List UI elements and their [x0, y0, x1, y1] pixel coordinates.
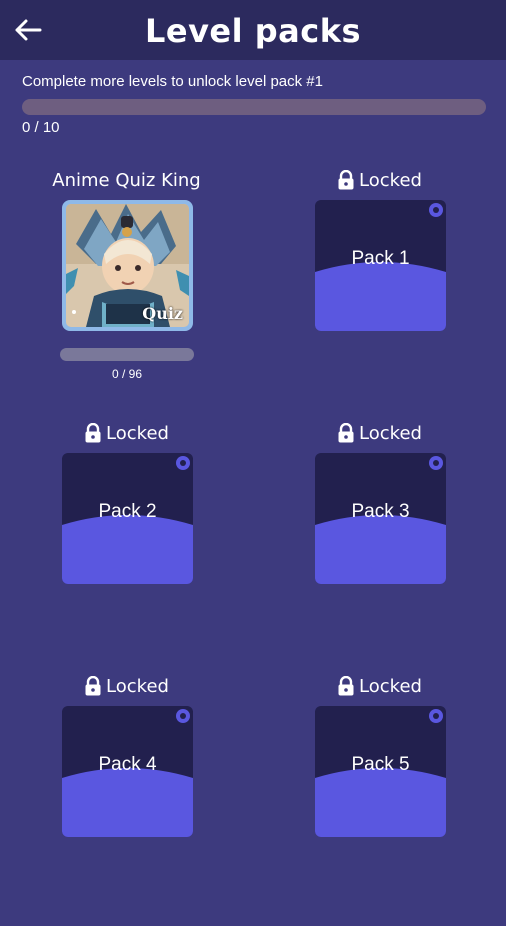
corner-badge-icon: [429, 203, 443, 217]
back-arrow-icon: [15, 19, 42, 41]
pack-name: Pack 3: [351, 501, 410, 522]
corner-badge-icon: [429, 709, 443, 723]
locked-text: Locked: [359, 422, 422, 444]
pack-progress-text: 0 / 96: [111, 367, 143, 381]
corner-badge-icon: [176, 709, 190, 723]
pack-cover-text: Quiz: [142, 304, 183, 323]
pack-cell-5: Locked Pack 5: [253, 673, 506, 926]
pack-tile-1[interactable]: Pack 1: [315, 200, 446, 331]
locked-text: Locked: [359, 169, 422, 191]
pack-cell-2: Locked Pack 2: [0, 420, 253, 673]
lock-icon: [338, 676, 354, 696]
pack-title: Anime Quiz King: [52, 169, 201, 191]
locked-label: Locked: [0, 673, 253, 699]
pack-name: Pack 5: [351, 754, 410, 775]
pack-cell-3: Locked Pack 3: [253, 420, 506, 673]
pack-cell-4: Locked Pack 4: [0, 673, 253, 926]
locked-label: Locked: [253, 420, 506, 446]
pack-tile-4[interactable]: Pack 4: [62, 706, 193, 837]
locked-label: Locked: [0, 420, 253, 446]
pack-cell-1: Locked Pack 1: [253, 167, 506, 420]
locked-text: Locked: [106, 422, 169, 444]
back-button[interactable]: [12, 14, 44, 46]
pack-name: Pack 1: [351, 248, 410, 269]
pack-progress-bar: [60, 348, 194, 361]
page-title: Level packs: [144, 12, 362, 50]
corner-badge-icon: [176, 456, 190, 470]
locked-label: Locked: [253, 167, 506, 193]
unlock-message: Complete more levels to unlock level pac…: [22, 73, 323, 90]
lock-icon: [338, 423, 354, 443]
locked-text: Locked: [359, 675, 422, 697]
locked-label: Locked: [253, 673, 506, 699]
pack-tile-2[interactable]: Pack 2: [62, 453, 193, 584]
corner-badge-icon: [429, 456, 443, 470]
pack-cell-anime-quiz-king: Anime Quiz King Quiz 0 / 96: [0, 167, 253, 420]
pack-tile-3[interactable]: Pack 3: [315, 453, 446, 584]
pack-cover-art: Quiz: [66, 204, 189, 327]
lock-icon: [85, 676, 101, 696]
lock-icon: [85, 423, 101, 443]
unlock-progress-text: 0 / 10: [22, 119, 60, 136]
pack-tile-anime-quiz-king[interactable]: Quiz: [62, 200, 193, 331]
top-bar: Level packs: [0, 0, 506, 60]
pack-name: Pack 4: [98, 754, 157, 775]
locked-text: Locked: [106, 675, 169, 697]
pack-tile-5[interactable]: Pack 5: [315, 706, 446, 837]
unlock-progress-bar: [22, 99, 486, 115]
lock-icon: [338, 170, 354, 190]
pack-name: Pack 2: [98, 501, 157, 522]
